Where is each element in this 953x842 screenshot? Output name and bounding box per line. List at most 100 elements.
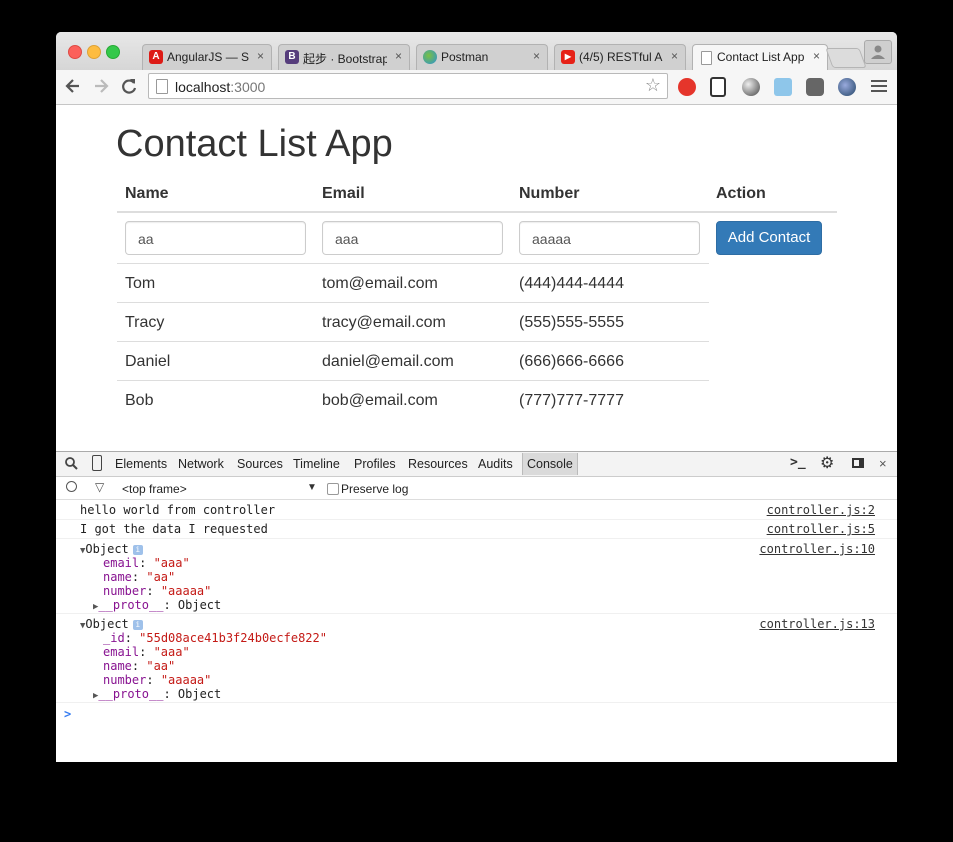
name-input[interactable]: aa xyxy=(125,221,306,255)
property-key: name xyxy=(103,570,132,584)
youtube-icon: ▶ xyxy=(561,50,575,64)
property-value: "aaaaa" xyxy=(160,673,212,687)
url-host: localhost xyxy=(175,79,231,95)
table-row: Tom tom@email.com (444)444-4444 xyxy=(117,263,709,303)
window-minimize-button[interactable] xyxy=(87,45,101,59)
page-icon xyxy=(701,51,712,65)
info-icon: i xyxy=(132,620,143,630)
device-mode-icon[interactable] xyxy=(92,455,102,471)
tab-youtube[interactable]: ▶ (4/5) RESTful AP × xyxy=(554,44,686,70)
object-property: number: "aaaaa" xyxy=(103,584,212,598)
profile-button[interactable] xyxy=(864,40,892,64)
tab-title: 起步 · Bootstrap xyxy=(303,52,387,66)
chevron-down-icon[interactable]: ▼ xyxy=(307,482,317,493)
tab-close-icon[interactable]: × xyxy=(671,49,678,63)
tab-bootstrap[interactable]: B 起步 · Bootstrap × xyxy=(278,44,410,70)
forward-button[interactable] xyxy=(90,75,112,97)
tab-title: Postman xyxy=(441,50,489,64)
browser-window: A AngularJS — Su × B 起步 · Bootstrap × Po… xyxy=(56,32,897,762)
proto-key: __proto__ xyxy=(98,598,164,612)
object-toggle[interactable]: ▼Object i xyxy=(80,617,143,631)
object-toggle[interactable]: ▼Object i xyxy=(80,542,143,556)
contact-email: tracy@email.com xyxy=(322,314,446,331)
console-prompt[interactable]: > xyxy=(64,707,71,721)
email-input[interactable]: aaa xyxy=(322,221,503,255)
tab-contact-list-app[interactable]: Contact List App × xyxy=(692,44,828,70)
tab-sources[interactable]: Sources xyxy=(237,457,283,471)
header-divider xyxy=(117,211,837,213)
gear-icon[interactable]: ⚙ xyxy=(820,453,834,473)
console-message: hello world from controller controller.j… xyxy=(56,500,897,520)
bookmark-star-icon[interactable]: ☆ xyxy=(645,75,661,96)
tab-elements[interactable]: Elements xyxy=(115,457,167,471)
pocket-extension-icon[interactable] xyxy=(806,78,824,96)
log-text: I got the data I requested xyxy=(80,522,268,536)
object-proto[interactable]: ▶__proto__: Object xyxy=(93,687,221,701)
object-property: _id: "55d08ace41b3f24b0ecfe822" xyxy=(103,631,327,645)
contact-number: (777)777-7777 xyxy=(519,392,624,409)
address-bar[interactable]: localhost:3000 ☆ xyxy=(148,73,668,99)
table-row: Daniel daniel@email.com (666)666-6666 xyxy=(117,341,709,381)
forward-arrow-icon xyxy=(95,79,109,93)
shield-extension-icon[interactable] xyxy=(678,78,696,96)
tab-timeline[interactable]: Timeline xyxy=(293,457,340,471)
tab-resources[interactable]: Resources xyxy=(408,457,468,471)
tab-audits[interactable]: Audits xyxy=(478,457,513,471)
new-tab-button[interactable] xyxy=(825,48,867,68)
log-source-link[interactable]: controller.js:5 xyxy=(767,522,875,536)
tab-close-icon[interactable]: × xyxy=(813,49,820,63)
reload-button[interactable] xyxy=(118,75,140,97)
property-value: "55d08ace41b3f24b0ecfe822" xyxy=(139,631,327,645)
object-label: Object xyxy=(85,542,129,556)
console-object: ▼Object i controller.js:13 _id: "55d08ace… xyxy=(56,613,897,703)
object-property: email: "aaa" xyxy=(103,556,190,570)
robot-extension-icon[interactable] xyxy=(710,77,726,97)
property-value: "aa" xyxy=(146,570,176,584)
header-name: Name xyxy=(125,185,169,202)
preserve-log-checkbox[interactable] xyxy=(327,483,339,495)
log-source-link[interactable]: controller.js:13 xyxy=(759,617,875,631)
window-maximize-button[interactable] xyxy=(106,45,120,59)
moon-extension-icon[interactable] xyxy=(742,78,760,96)
camera-extension-icon[interactable] xyxy=(774,78,792,96)
back-button[interactable] xyxy=(62,75,84,97)
frame-select[interactable]: <top frame> xyxy=(122,482,187,496)
tab-profiles[interactable]: Profiles xyxy=(354,457,396,471)
tab-title: Contact List App xyxy=(717,50,805,64)
dock-side-icon[interactable] xyxy=(852,458,864,468)
log-source-link[interactable]: controller.js:10 xyxy=(759,542,875,556)
tab-close-icon[interactable]: × xyxy=(533,49,540,63)
globe-extension-icon[interactable] xyxy=(838,78,856,96)
number-input[interactable]: aaaaa xyxy=(519,221,700,255)
property-key: _id xyxy=(103,631,125,645)
page-icon xyxy=(156,79,168,94)
tab-angularjs[interactable]: A AngularJS — Su × xyxy=(142,44,272,70)
filter-icon[interactable]: ▽ xyxy=(95,480,104,494)
postman-icon xyxy=(423,50,437,64)
window-close-button[interactable] xyxy=(68,45,82,59)
object-property: name: "aa" xyxy=(103,570,176,584)
header-number: Number xyxy=(519,185,580,202)
menu-icon[interactable] xyxy=(871,80,887,95)
search-icon[interactable] xyxy=(64,456,78,473)
close-icon[interactable]: × xyxy=(879,456,887,471)
tab-close-icon[interactable]: × xyxy=(257,49,264,63)
contact-name: Bob xyxy=(125,392,154,409)
contact-email: daniel@email.com xyxy=(322,353,454,370)
add-contact-button[interactable]: Add Contact xyxy=(716,221,822,255)
console-drawer-icon[interactable]: >_ xyxy=(790,455,806,470)
tab-network[interactable]: Network xyxy=(178,457,224,471)
angular-icon: A xyxy=(149,50,163,64)
object-property: number: "aaaaa" xyxy=(103,673,212,687)
tab-postman[interactable]: Postman × xyxy=(416,44,548,70)
log-text: hello world from controller xyxy=(80,503,276,517)
tab-console[interactable]: Console xyxy=(522,453,578,475)
property-value: "aaa" xyxy=(153,645,190,659)
contact-name: Daniel xyxy=(125,353,171,370)
clear-console-icon[interactable] xyxy=(66,481,77,492)
object-proto[interactable]: ▶__proto__: Object xyxy=(93,598,221,612)
contact-name: Tracy xyxy=(125,314,165,331)
contact-email: bob@email.com xyxy=(322,392,438,409)
tab-close-icon[interactable]: × xyxy=(395,49,402,63)
log-source-link[interactable]: controller.js:2 xyxy=(767,503,875,517)
